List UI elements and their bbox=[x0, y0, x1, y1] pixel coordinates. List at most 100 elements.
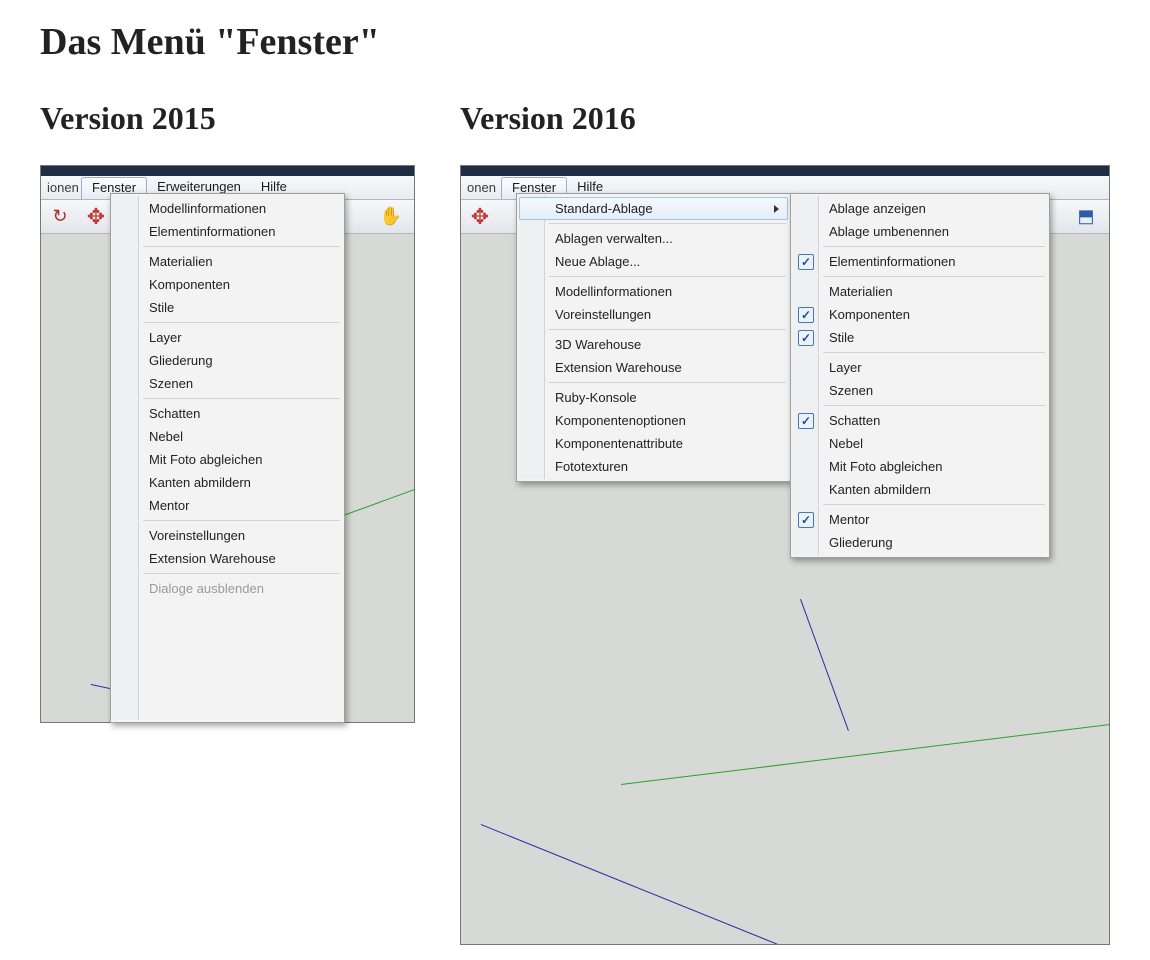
menu-item-label: Mentor bbox=[829, 512, 869, 527]
menu-item-label: Schatten bbox=[149, 406, 200, 421]
menu-item-mentor[interactable]: ✓ Mentor bbox=[793, 508, 1047, 531]
menu-item-ablage-anzeigen[interactable]: Ablage anzeigen bbox=[793, 197, 1047, 220]
menu-item-label: Modellinformationen bbox=[555, 284, 672, 299]
menu-item-kanten-abmildern[interactable]: Kanten abmildern bbox=[113, 471, 342, 494]
menu-item-komponentenattribute[interactable]: Komponentenattribute bbox=[519, 432, 788, 455]
menu-item-standard-ablage[interactable]: Standard-Ablage bbox=[519, 197, 788, 220]
menu-separator bbox=[549, 382, 786, 383]
menu-item-szenen[interactable]: Szenen bbox=[113, 372, 342, 395]
menu-item-schatten[interactable]: ✓ Schatten bbox=[793, 409, 1047, 432]
orbit-icon[interactable]: ↻ bbox=[47, 204, 73, 230]
model-edge-blue bbox=[481, 824, 964, 945]
menu-item-label: Ablage anzeigen bbox=[829, 201, 926, 216]
toolbar-right-icon[interactable]: ⬒ bbox=[1073, 204, 1099, 230]
menu-item-stile[interactable]: ✓Stile bbox=[793, 326, 1047, 349]
menu-item-label: Materialien bbox=[829, 284, 893, 299]
menu-item-elementinformationen[interactable]: ✓Elementinformationen bbox=[793, 250, 1047, 273]
menu-item-label: Voreinstellungen bbox=[149, 528, 245, 543]
menu-item-komponenten[interactable]: Komponenten bbox=[113, 273, 342, 296]
menu-item-label: Layer bbox=[829, 360, 862, 375]
menu-item-extension-warehouse[interactable]: Extension Warehouse bbox=[113, 547, 342, 570]
window-titlebar bbox=[461, 166, 1109, 176]
menu-item-label: Nebel bbox=[829, 436, 863, 451]
menu-item-label: Mit Foto abgleichen bbox=[149, 452, 262, 467]
menu-item-label: Szenen bbox=[829, 383, 873, 398]
pan-hand-icon[interactable]: ✋ bbox=[378, 204, 404, 230]
menu-item-voreinstellungen[interactable]: Voreinstellungen bbox=[519, 303, 788, 326]
menu-item-label: Extension Warehouse bbox=[149, 551, 276, 566]
fenster-menu-2016: Standard-Ablage Ablagen verwalten... Neue … bbox=[516, 193, 791, 482]
menu-item-ruby-konsole[interactable]: Ruby-Konsole bbox=[519, 386, 788, 409]
fenster-menu-2015: Modellinformationen Elementinformationen M… bbox=[110, 193, 345, 723]
menu-item-nebel[interactable]: Nebel bbox=[113, 425, 342, 448]
menu-item-label: Neue Ablage... bbox=[555, 254, 640, 269]
menu-item-modellinformationen[interactable]: Modellinformationen bbox=[113, 197, 342, 220]
menu-separator bbox=[823, 352, 1045, 353]
menu-item-materialien[interactable]: Materialien bbox=[113, 250, 342, 273]
window-titlebar bbox=[41, 166, 414, 176]
model-edge-blue bbox=[800, 599, 849, 731]
menu-item-label: Modellinformationen bbox=[149, 201, 266, 216]
checked-icon: ✓ bbox=[798, 413, 814, 429]
checked-icon: ✓ bbox=[798, 512, 814, 528]
menu-item-mentor[interactable]: Mentor bbox=[113, 494, 342, 517]
menu-separator bbox=[143, 573, 340, 574]
model-edge-green bbox=[621, 721, 1110, 785]
menu-item-gliederung[interactable]: Gliederung bbox=[113, 349, 342, 372]
checked-icon: ✓ bbox=[798, 307, 814, 323]
menu-item-label: Elementinformationen bbox=[149, 224, 275, 239]
menu-item-label: Fototexturen bbox=[555, 459, 628, 474]
menu-item-label: Kanten abmildern bbox=[149, 475, 251, 490]
menu-item-extension-warehouse[interactable]: Extension Warehouse bbox=[519, 356, 788, 379]
menu-separator bbox=[549, 329, 786, 330]
menu-item-neue-ablage[interactable]: Neue Ablage... bbox=[519, 250, 788, 273]
menu-item-szenen[interactable]: Szenen bbox=[793, 379, 1047, 402]
menu-item-3d-warehouse[interactable]: 3D Warehouse bbox=[519, 333, 788, 356]
page-title: Das Menü "Fenster" bbox=[40, 20, 380, 64]
move-icon[interactable]: ✥ bbox=[83, 204, 109, 230]
menu-item-layer[interactable]: Layer bbox=[793, 356, 1047, 379]
menu-item-label: Mentor bbox=[149, 498, 189, 513]
menu-item-label: 3D Warehouse bbox=[555, 337, 641, 352]
menu-separator bbox=[549, 223, 786, 224]
menu-item-label: Extension Warehouse bbox=[555, 360, 682, 375]
menu-separator bbox=[143, 246, 340, 247]
menubar-partial-item[interactable]: onen bbox=[461, 176, 501, 199]
menu-item-label: Ruby-Konsole bbox=[555, 390, 637, 405]
checked-icon: ✓ bbox=[798, 254, 814, 270]
menu-item-elementinformationen[interactable]: Elementinformationen bbox=[113, 220, 342, 243]
menu-item-label: Layer bbox=[149, 330, 182, 345]
menu-item-nebel[interactable]: Nebel bbox=[793, 432, 1047, 455]
menu-item-komponenten[interactable]: ✓Komponenten bbox=[793, 303, 1047, 326]
menu-item-kanten-abmildern[interactable]: Kanten abmildern bbox=[793, 478, 1047, 501]
menu-item-label: Voreinstellungen bbox=[555, 307, 651, 322]
menu-item-ablagen-verwalten[interactable]: Ablagen verwalten... bbox=[519, 227, 788, 250]
menu-separator bbox=[823, 405, 1045, 406]
move-icon[interactable]: ✥ bbox=[467, 204, 493, 230]
checked-icon: ✓ bbox=[798, 330, 814, 346]
menu-item-fototexturen[interactable]: Fototexturen bbox=[519, 455, 788, 478]
menu-item-schatten[interactable]: Schatten bbox=[113, 402, 342, 425]
menu-item-label: Dialoge ausblenden bbox=[149, 581, 264, 596]
menu-item-label: Ablage umbenennen bbox=[829, 224, 949, 239]
menu-item-voreinstellungen[interactable]: Voreinstellungen bbox=[113, 524, 342, 547]
menu-item-mit-foto-abgleichen[interactable]: Mit Foto abgleichen bbox=[793, 455, 1047, 478]
menu-item-label: Schatten bbox=[829, 413, 880, 428]
menu-item-label: Kanten abmildern bbox=[829, 482, 931, 497]
menu-item-mit-foto-abgleichen[interactable]: Mit Foto abgleichen bbox=[113, 448, 342, 471]
menu-item-dialoge-ausblenden[interactable]: Dialoge ausblenden bbox=[113, 577, 342, 600]
menu-item-materialien[interactable]: Materialien bbox=[793, 280, 1047, 303]
menu-separator bbox=[549, 276, 786, 277]
menu-item-ablage-umbenennen[interactable]: Ablage umbenennen bbox=[793, 220, 1047, 243]
menubar-partial-item[interactable]: ionen bbox=[41, 176, 81, 199]
menu-item-label: Komponentenattribute bbox=[555, 436, 683, 451]
standard-ablage-submenu: Ablage anzeigen Ablage umbenennen ✓Element… bbox=[790, 193, 1050, 558]
menu-item-layer[interactable]: Layer bbox=[113, 326, 342, 349]
menu-item-stile[interactable]: Stile bbox=[113, 296, 342, 319]
menu-item-modellinformationen[interactable]: Modellinformationen bbox=[519, 280, 788, 303]
menu-item-komponentenoptionen[interactable]: Komponentenoptionen bbox=[519, 409, 788, 432]
menu-item-gliederung[interactable]: Gliederung bbox=[793, 531, 1047, 554]
menu-item-label: Komponenten bbox=[149, 277, 230, 292]
menu-item-label: Gliederung bbox=[149, 353, 213, 368]
menu-separator bbox=[143, 398, 340, 399]
